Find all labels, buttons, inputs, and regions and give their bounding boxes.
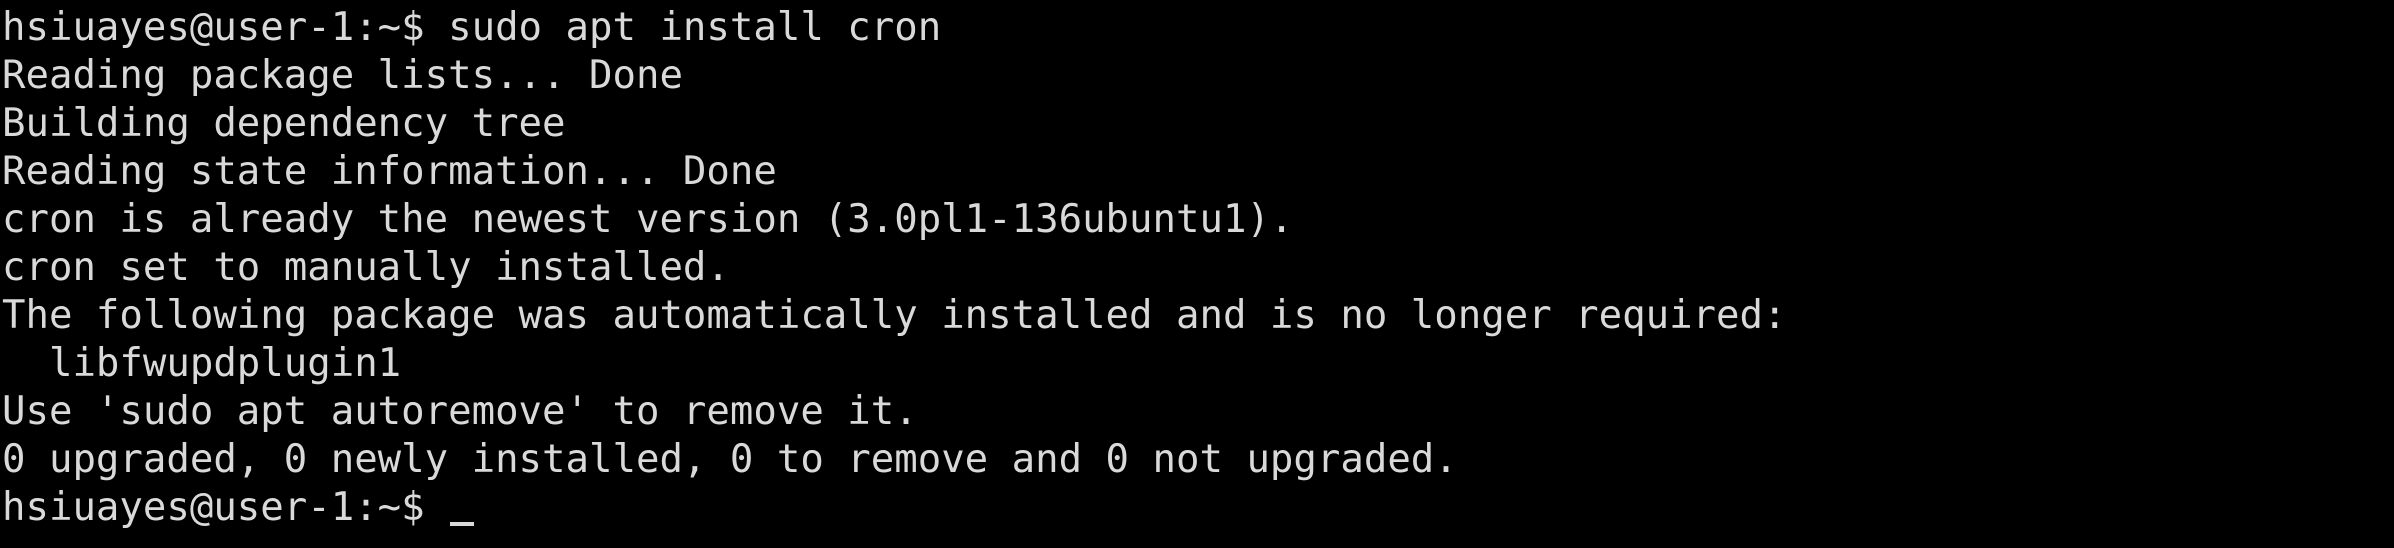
output-line: Use 'sudo apt autoremove' to remove it. [2, 389, 918, 434]
output-line: Reading state information... Done [2, 149, 777, 194]
prompt-line[interactable]: hsiuayes@user-1:~$ [2, 484, 2394, 532]
shell-prompt: hsiuayes@user-1:~$ [2, 485, 449, 530]
output-line: cron is already the newest version (3.0p… [2, 197, 1294, 242]
text-cursor [450, 522, 475, 526]
output-line: cron set to manually installed. [2, 245, 730, 290]
output-line: Reading package lists... Done [2, 53, 683, 98]
output-line: libfwupdplugin1 [2, 341, 402, 386]
output-line: Building dependency tree [2, 101, 566, 146]
terminal-window[interactable]: hsiuayes@user-1:~$ sudo apt install cron… [0, 0, 2394, 548]
command-line: hsiuayes@user-1:~$ sudo apt install cron [2, 5, 942, 50]
output-line: 0 upgraded, 0 newly installed, 0 to remo… [2, 437, 1458, 482]
output-line: The following package was automatically … [2, 293, 1787, 338]
